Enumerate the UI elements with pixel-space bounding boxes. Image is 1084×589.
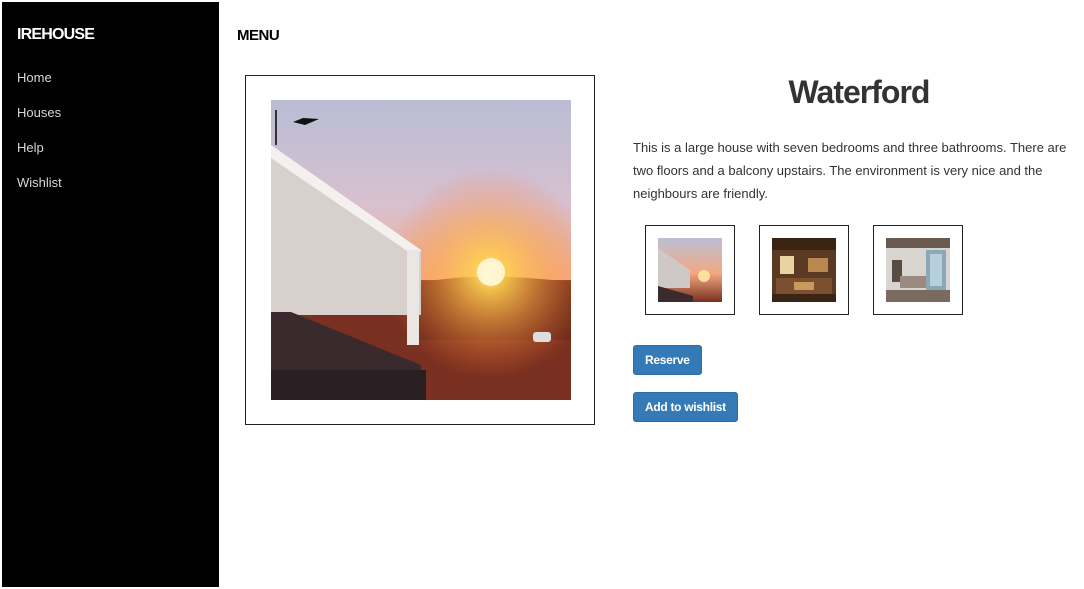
reserve-button[interactable]: Reserve [633,345,702,375]
thumbnail-living-room-photo [772,238,836,302]
listing-description: This is a large house with seven bedroom… [633,140,1067,201]
menu-heading[interactable]: MENU [237,27,280,44]
thumbnail-sunset-photo [658,238,722,302]
thumbnail-3[interactable] [873,225,963,315]
thumbnail-1[interactable] [645,225,735,315]
sidebar-item-wishlist[interactable]: Wishlist [17,175,62,190]
sidebar: IREHOUSE Home Houses Help Wishlist [2,2,219,587]
sidebar-item-home[interactable]: Home [17,70,52,85]
listing-title: Waterford [788,74,931,110]
main-image-frame [245,75,595,425]
sidebar-item-help[interactable]: Help [17,140,44,155]
sidebar-item-houses[interactable]: Houses [17,105,61,120]
main-house-photo [271,100,571,400]
add-to-wishlist-button[interactable]: Add to wishlist [633,392,738,422]
brand-logo[interactable]: IREHOUSE [17,26,95,44]
thumbnail-interior-photo [886,238,950,302]
thumbnail-2[interactable] [759,225,849,315]
